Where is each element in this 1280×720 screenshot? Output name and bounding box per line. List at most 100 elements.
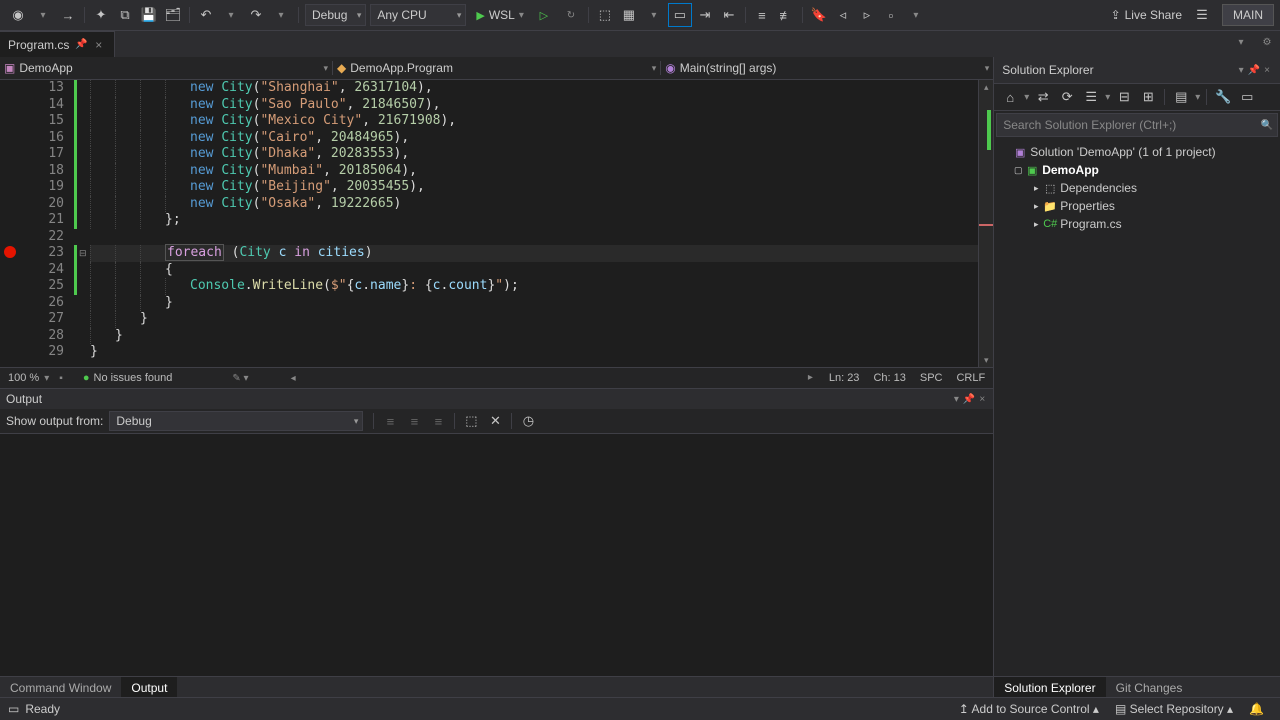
lineending-indicator[interactable]: CRLF	[956, 372, 985, 384]
run-alt-icon[interactable]: ↻	[560, 4, 582, 26]
save-all-icon[interactable]: 🗂	[162, 4, 184, 26]
bottom-tool-tabs: Command Window Output	[0, 676, 993, 699]
tab-solution-explorer[interactable]: Solution Explorer	[994, 677, 1105, 699]
output-close-icon[interactable]: ×	[979, 394, 985, 405]
se-switch-icon[interactable]: ⇄	[1032, 86, 1054, 108]
se-preview-icon[interactable]: ▭	[1236, 86, 1258, 108]
feedback-icon[interactable]: ☰	[1191, 4, 1213, 26]
line-indicator[interactable]: Ln: 23	[829, 372, 860, 384]
solution-explorer-toolbar: ⌂ ▾ ⇄ ⟳ ☰ ▾ ⊟ ⊞ ▤ ▾ 🔧 ▭	[994, 84, 1280, 111]
scroll-up-icon[interactable]: ▴	[979, 80, 993, 94]
tab-output[interactable]: Output	[121, 677, 177, 699]
brush-icon[interactable]: ✎ ▾	[232, 373, 248, 384]
issues-indicator[interactable]: ●No issues found	[83, 372, 173, 384]
output-clock-icon[interactable]: ◷	[517, 410, 539, 432]
tree-solution-label: Solution 'DemoApp' (1 of 1 project)	[1030, 145, 1215, 159]
selection-mode-icon[interactable]: ▭	[668, 3, 692, 27]
zoom-combo[interactable]: 100 % ▾	[8, 372, 51, 384]
run-button[interactable]: ▶WSL▾	[470, 5, 532, 25]
char-indicator[interactable]: Ch: 13	[873, 372, 905, 384]
undo-icon[interactable]: ↶	[195, 4, 217, 26]
toolbar-overflow-icon[interactable]: ▾	[905, 4, 927, 26]
tab-git-changes[interactable]: Git Changes	[1106, 677, 1193, 699]
output-clear2-icon[interactable]: ✕	[484, 410, 506, 432]
add-source-control[interactable]: ↥ Add to Source Control ▴	[959, 702, 1099, 716]
notifications-icon[interactable]: 🔔	[1249, 702, 1264, 716]
comment-icon[interactable]: ≡	[751, 4, 773, 26]
tabs-dropdown-icon[interactable]: ▾	[1230, 31, 1252, 53]
breakpoint-icon[interactable]	[4, 246, 16, 258]
tab-program-cs[interactable]: Program.cs 📌 ×	[0, 31, 115, 57]
output-dropdown-icon[interactable]: ▾	[954, 394, 959, 405]
expand-icon[interactable]: ▢	[1012, 165, 1024, 176]
solution-tree[interactable]: ▣Solution 'DemoApp' (1 of 1 project) ▢▣D…	[994, 139, 1280, 676]
configuration-combo[interactable]: Debug	[305, 4, 366, 26]
se-sync-icon[interactable]: ⟳	[1056, 86, 1078, 108]
indent-icon[interactable]: ⇥	[694, 4, 716, 26]
layout-icon[interactable]: ▦	[618, 4, 640, 26]
platform-combo[interactable]: Any CPU	[370, 4, 466, 26]
code-editor[interactable]: 1314151617181920212223242526272829 ⊟ new…	[0, 80, 993, 367]
pin-icon[interactable]: 📌	[75, 39, 87, 50]
bookmark-icon[interactable]: 🔖	[808, 4, 830, 26]
decrease-zoom-icon[interactable]: ▪	[59, 373, 63, 384]
save-icon[interactable]: 💾	[138, 4, 160, 26]
se-home-icon[interactable]: ⌂	[999, 86, 1021, 108]
nav-right-icon[interactable]: ▸	[808, 372, 813, 384]
code-content[interactable]: new City("Shanghai", 26317104),new City(…	[90, 80, 978, 367]
breadcrumb-class[interactable]: ◆DemoApp.Program▾	[333, 61, 661, 75]
nav-dropdown-icon[interactable]: ▾	[32, 4, 54, 26]
undo-dropdown-icon[interactable]: ▾	[220, 4, 242, 26]
close-icon[interactable]: ×	[92, 38, 106, 52]
nav-forward-icon[interactable]: →	[57, 4, 79, 26]
output-wrap-icon[interactable]: ⬚	[460, 410, 482, 432]
se-pin-icon[interactable]: 📌	[1248, 65, 1260, 76]
outdent-icon[interactable]: ⇤	[718, 4, 740, 26]
tabs-gear-icon[interactable]: ⚙	[1256, 31, 1278, 53]
select-repository[interactable]: ▤ Select Repository ▴	[1115, 702, 1233, 716]
output-pin-icon[interactable]: 📌	[963, 394, 975, 405]
editor-scrollbar[interactable]: ▴ ▾	[978, 80, 993, 367]
output-source-combo[interactable]: Debug	[109, 411, 363, 431]
se-wrench-icon[interactable]: 🔧	[1212, 86, 1234, 108]
nav-back-icon[interactable]: ◉	[7, 4, 29, 26]
redo-icon[interactable]: ↷	[245, 4, 267, 26]
run-target-label: WSL	[489, 8, 515, 22]
collapse-icon[interactable]: ▸	[1030, 183, 1042, 194]
breadcrumb-project[interactable]: ▣DemoApp▾	[0, 61, 333, 75]
branch-button[interactable]: MAIN	[1222, 4, 1274, 26]
breakpoint-gutter[interactable]	[0, 80, 20, 367]
tree-file-program[interactable]: ▸C#Program.cs	[994, 215, 1280, 233]
breadcrumb-method[interactable]: ◉Main(string[] args)▾	[661, 61, 993, 75]
redo-dropdown-icon[interactable]: ▾	[270, 4, 292, 26]
se-properties-icon[interactable]: ▤	[1170, 86, 1192, 108]
uncomment-icon[interactable]: ≢	[775, 4, 797, 26]
new-item-icon[interactable]: ✦	[90, 4, 112, 26]
output-body[interactable]	[0, 434, 993, 676]
step-icon[interactable]: ⬚	[594, 4, 616, 26]
se-showall-icon[interactable]: ⊞	[1137, 86, 1159, 108]
tree-solution[interactable]: ▣Solution 'DemoApp' (1 of 1 project)	[994, 143, 1280, 161]
scroll-down-icon[interactable]: ▾	[979, 353, 993, 367]
se-dropdown-icon[interactable]: ▾	[1239, 65, 1244, 76]
bookmark-next-icon[interactable]: ▹	[856, 4, 878, 26]
tree-dependencies[interactable]: ▸⬚Dependencies	[994, 179, 1280, 197]
se-filter-icon[interactable]: ☰	[1080, 86, 1102, 108]
fold-gutter[interactable]: ⊟	[74, 80, 90, 367]
bookmark-clear-icon[interactable]: ▫	[880, 4, 902, 26]
collapse-icon[interactable]: ▸	[1030, 201, 1042, 212]
layout-dropdown-icon[interactable]: ▾	[643, 4, 665, 26]
run-no-debug-icon[interactable]: ▷	[535, 4, 557, 26]
solution-explorer-search[interactable]: Search Solution Explorer (Ctrl+;)	[996, 113, 1278, 137]
bookmark-prev-icon[interactable]: ◃	[832, 4, 854, 26]
tree-project[interactable]: ▢▣DemoApp	[994, 161, 1280, 179]
open-icon[interactable]: ⧉	[114, 4, 136, 26]
collapse-icon[interactable]: ▸	[1030, 219, 1042, 230]
nav-left-icon[interactable]: ◂	[291, 373, 296, 384]
tree-properties[interactable]: ▸📁Properties	[994, 197, 1280, 215]
se-collapse-icon[interactable]: ⊟	[1113, 86, 1135, 108]
se-close-icon[interactable]: ×	[1264, 65, 1270, 76]
live-share-button[interactable]: ⇪Live Share	[1103, 8, 1190, 22]
tab-command-window[interactable]: Command Window	[0, 677, 121, 699]
spaces-indicator[interactable]: SPC	[920, 372, 943, 384]
